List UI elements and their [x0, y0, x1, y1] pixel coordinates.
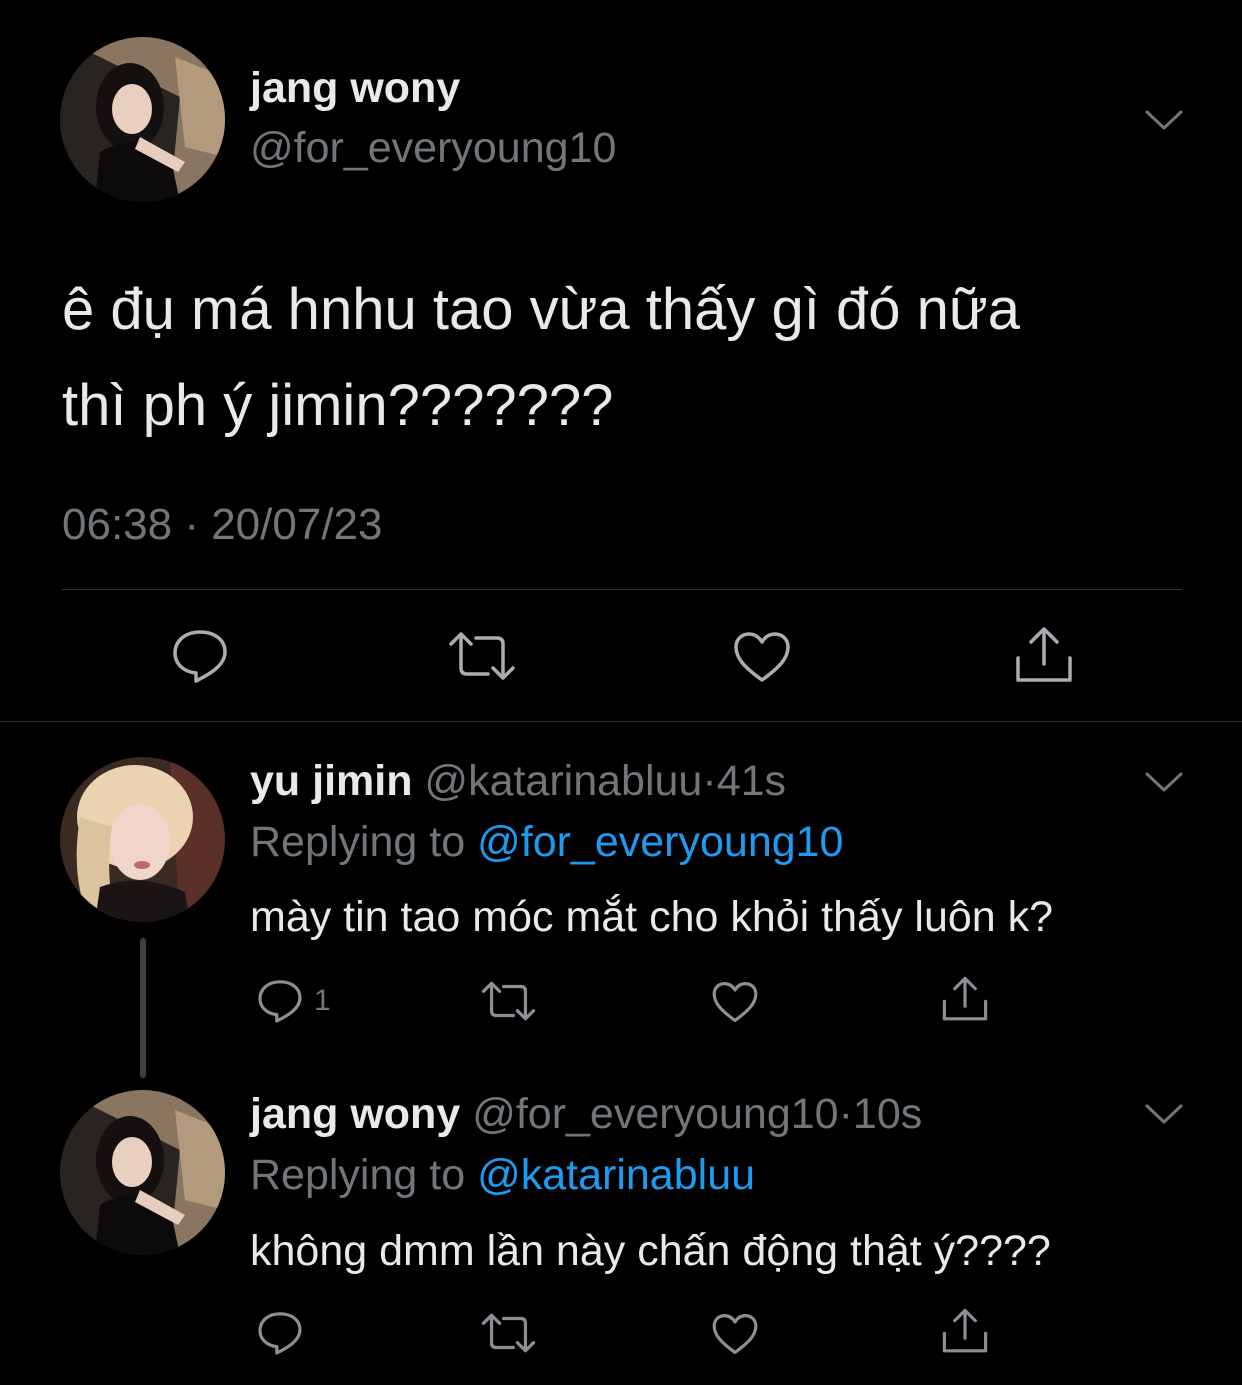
- separator-dot: ·: [702, 757, 717, 805]
- replying-to-label: Replying to: [250, 1151, 466, 1199]
- chevron-down-icon[interactable]: [1144, 108, 1184, 137]
- like-icon[interactable]: [711, 1312, 759, 1356]
- separator-dot: ·: [838, 1090, 853, 1138]
- reply-time[interactable]: 41s: [717, 757, 786, 805]
- avatar-photo-icon: [60, 757, 225, 922]
- reply-author-avatar[interactable]: [60, 757, 225, 922]
- reply-text: mày tin tao móc mắt cho khỏi thấy luôn k…: [250, 893, 1054, 941]
- reply-icon[interactable]: [170, 628, 230, 684]
- reply-author-avatar[interactable]: [60, 1090, 225, 1255]
- reply-count: 1: [314, 984, 331, 1017]
- retweet-icon[interactable]: [481, 980, 536, 1022]
- replying-to-mention[interactable]: @katarinabluu: [477, 1151, 755, 1199]
- replying-to-mention[interactable]: @for_everyoung10: [477, 818, 843, 866]
- main-tweet-timestamp[interactable]: 06:38 · 20/07/23: [62, 500, 382, 550]
- main-author-name[interactable]: jang wony: [250, 64, 460, 113]
- thread-connector-line: [140, 938, 146, 1078]
- main-author-handle[interactable]: @for_everyoung10: [250, 124, 616, 173]
- avatar-photo-icon: [60, 1090, 225, 1255]
- reply-author-name[interactable]: yu jimin: [250, 757, 412, 805]
- share-icon[interactable]: [941, 976, 989, 1022]
- avatar-photo-icon: [60, 37, 225, 202]
- divider: [62, 589, 1182, 590]
- like-icon[interactable]: [732, 630, 792, 684]
- reply-text: không dmm lần này chấn động thật ý????: [250, 1227, 1051, 1275]
- chevron-down-icon[interactable]: [1144, 1102, 1184, 1131]
- reply-icon[interactable]: [256, 1310, 304, 1356]
- main-tweet-text: ê đụ má hnhu tao vừa thấy gì đó nữa thì …: [62, 262, 1172, 454]
- reply-author-handle[interactable]: @katarinabluu: [424, 757, 702, 805]
- replying-to-line: Replying to @katarinabluu: [250, 1151, 755, 1200]
- main-tweet-text-line2: thì ph ý jimin???????: [62, 373, 614, 438]
- main-tweet-text-line1: ê đụ má hnhu tao vừa thấy gì đó nữa: [62, 277, 1020, 342]
- share-icon[interactable]: [941, 1308, 989, 1354]
- like-icon[interactable]: [711, 980, 759, 1024]
- divider: [0, 721, 1242, 722]
- retweet-icon[interactable]: [481, 1312, 536, 1354]
- chevron-down-icon[interactable]: [1144, 770, 1184, 799]
- replying-to-label: Replying to: [250, 818, 466, 866]
- share-icon[interactable]: [1014, 626, 1074, 684]
- reply-time[interactable]: 10s: [853, 1090, 922, 1138]
- reply-header: yu jimin @katarinabluu·41s: [250, 757, 786, 806]
- reply-header: jang wony @for_everyoung10·10s: [250, 1090, 922, 1139]
- reply-author-handle[interactable]: @for_everyoung10: [472, 1090, 838, 1138]
- reply-icon[interactable]: [256, 978, 304, 1024]
- main-author-avatar[interactable]: [60, 37, 225, 202]
- retweet-icon[interactable]: [448, 630, 516, 682]
- replying-to-line: Replying to @for_everyoung10: [250, 818, 843, 867]
- reply-author-name[interactable]: jang wony: [250, 1090, 460, 1138]
